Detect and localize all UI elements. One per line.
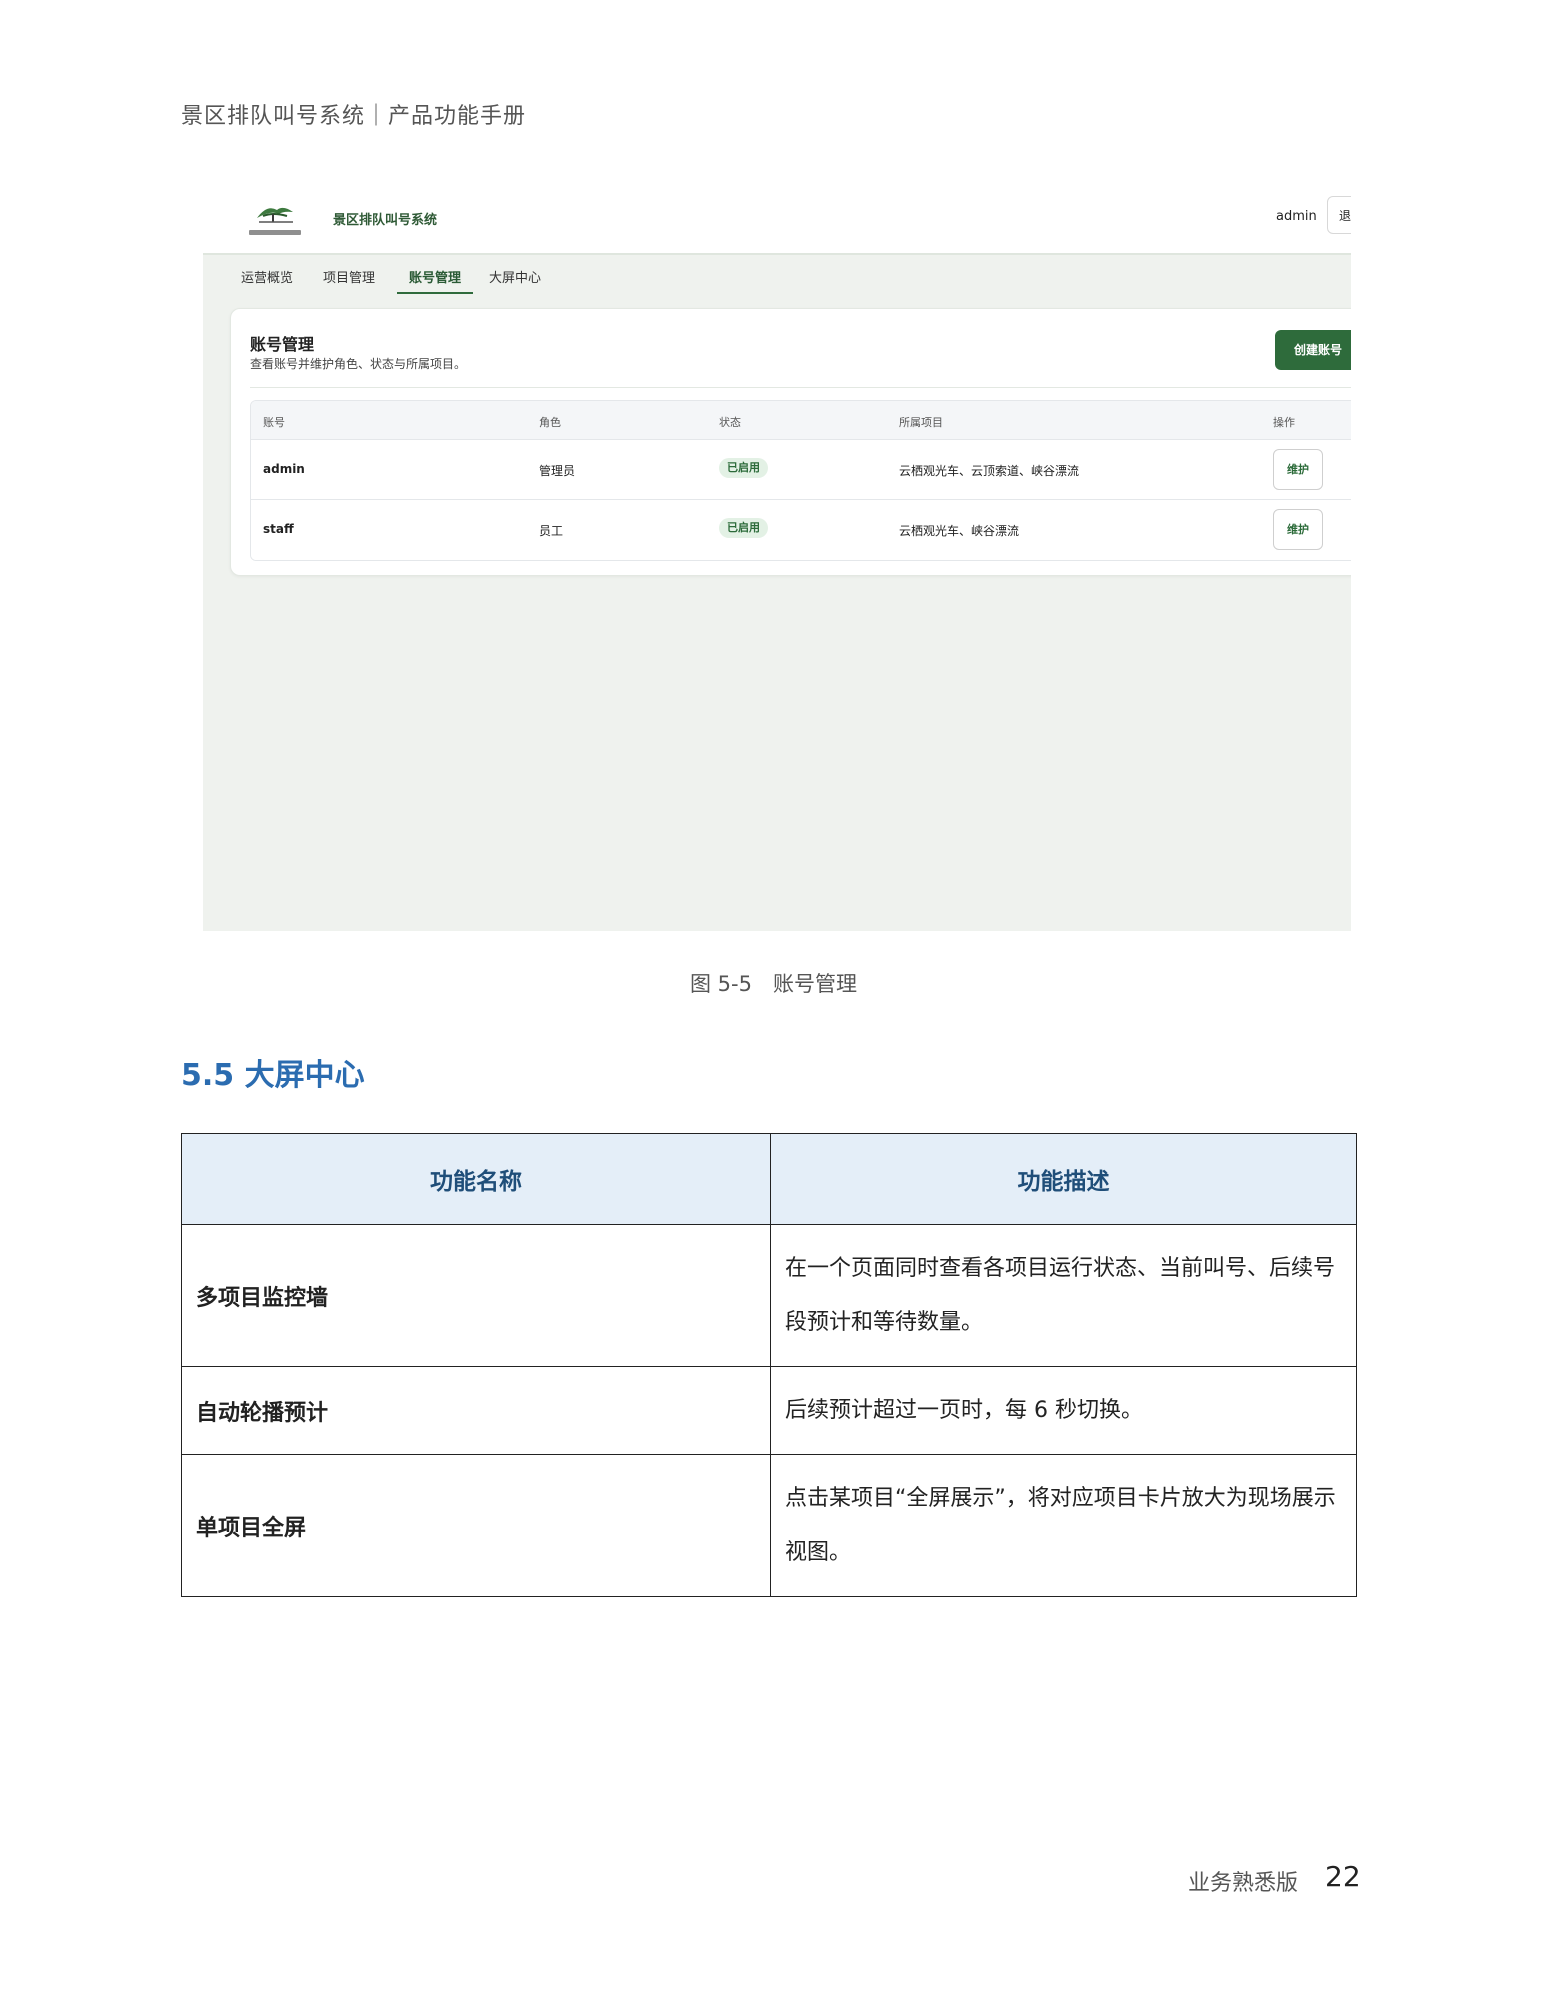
user-name: admin	[1276, 209, 1317, 224]
account-cell: staff	[263, 522, 294, 536]
table-header: 账号 角色 状态 所属项目 操作	[251, 401, 1351, 439]
card-subtitle: 查看账号并维护角色、状态与所属项目。	[250, 357, 467, 371]
col-projects: 所属项目	[899, 416, 943, 429]
feature-desc: 点击某项目“全屏展示”，将对应项目卡片放大为现场展示视图。	[770, 1454, 1357, 1597]
maintain-button[interactable]: 维护	[1273, 449, 1323, 490]
header-feature-name: 功能名称	[181, 1133, 771, 1225]
logout-button[interactable]: 退	[1327, 196, 1351, 234]
status-badge: 已启用	[719, 518, 768, 538]
header-feature-desc: 功能描述	[770, 1133, 1357, 1225]
app-title: 景区排队叫号系统	[333, 213, 438, 228]
feature-desc: 在一个页面同时查看各项目运行状态、当前叫号、后续号段预计和等待数量。	[770, 1224, 1357, 1367]
table-row: 多项目监控墙 在一个页面同时查看各项目运行状态、当前叫号、后续号段预计和等待数量…	[181, 1224, 1357, 1367]
card-title: 账号管理	[250, 335, 315, 354]
role-cell: 员工	[539, 524, 564, 538]
account-cell: admin	[263, 462, 305, 476]
col-action: 操作	[1273, 416, 1295, 429]
feature-desc: 后续预计超过一页时，每 6 秒切换。	[770, 1366, 1357, 1455]
tab-screen-center[interactable]: 大屏中心	[489, 267, 541, 292]
divider	[250, 387, 1351, 388]
feature-name: 多项目监控墙	[181, 1224, 771, 1367]
tab-accounts[interactable]: 账号管理	[397, 267, 474, 294]
page-number: 22	[1325, 1860, 1361, 1893]
feature-name: 自动轮播预计	[181, 1366, 771, 1455]
footer-label: 业务熟悉版	[1188, 1871, 1299, 1896]
tree-logo-icon	[249, 198, 301, 242]
running-header: 景区排队叫号系统｜产品功能手册	[181, 104, 527, 129]
account-table: 账号 角色 状态 所属项目 操作 admin 管理员 已启用 云栖观光车、云顶索…	[250, 400, 1351, 561]
table-row: 自动轮播预计 后续预计超过一页时，每 6 秒切换。	[181, 1366, 1357, 1455]
section-title: 5.5 大屏中心	[181, 1058, 365, 1093]
table-row: staff 员工 已启用 云栖观光车、峡谷漂流 维护	[251, 499, 1351, 560]
tab-projects[interactable]: 项目管理	[323, 267, 375, 292]
col-status: 状态	[719, 416, 741, 429]
create-account-button[interactable]: 创建账号	[1275, 330, 1351, 370]
maintain-button[interactable]: 维护	[1273, 509, 1323, 550]
feature-table: 功能名称 功能描述 多项目监控墙 在一个页面同时查看各项目运行状态、当前叫号、后…	[181, 1133, 1357, 1597]
col-role: 角色	[539, 416, 561, 429]
feature-table-header: 功能名称 功能描述	[181, 1133, 1357, 1225]
account-card: 账号管理 查看账号并维护角色、状态与所属项目。 创建账号 账号 角色 状态 所属…	[230, 308, 1351, 576]
table-row: admin 管理员 已启用 云栖观光车、云顶索道、峡谷漂流 维护	[251, 439, 1351, 500]
feature-name: 单项目全屏	[181, 1454, 771, 1597]
embedded-screenshot: 景区排队叫号系统 admin 退 运营概览 项目管理 账号管理 大屏中心 账号管…	[203, 193, 1351, 931]
tab-overview[interactable]: 运营概览	[241, 267, 293, 292]
table-row: 单项目全屏 点击某项目“全屏展示”，将对应项目卡片放大为现场展示视图。	[181, 1454, 1357, 1597]
role-cell: 管理员	[539, 464, 576, 478]
figure-caption: 图 5-5 账号管理	[690, 972, 857, 996]
status-badge: 已启用	[719, 458, 768, 478]
projects-cell: 云栖观光车、云顶索道、峡谷漂流	[899, 464, 1080, 478]
projects-cell: 云栖观光车、峡谷漂流	[899, 524, 1020, 538]
col-account: 账号	[263, 416, 285, 429]
app-topbar: 景区排队叫号系统 admin 退	[203, 193, 1351, 255]
